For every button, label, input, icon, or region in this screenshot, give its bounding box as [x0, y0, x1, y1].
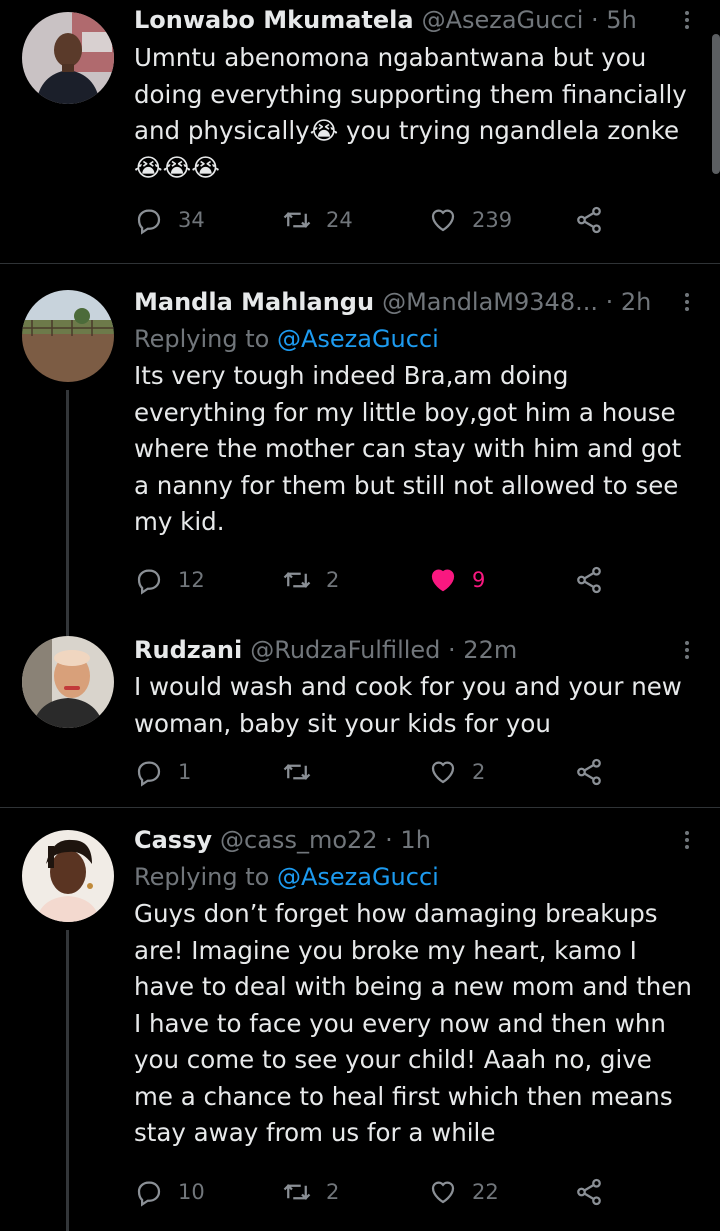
share-button[interactable]	[574, 1172, 618, 1212]
more-options-icon[interactable]	[680, 290, 694, 316]
avatar[interactable]	[22, 830, 114, 922]
like-button[interactable]: 239	[428, 200, 512, 240]
tweet-text: I would wash and cook for you and your n…	[134, 672, 682, 738]
more-options-icon[interactable]	[680, 638, 694, 664]
replying-to: Replying to @AsezaGucci	[134, 320, 700, 358]
reply-button[interactable]: 34	[134, 200, 205, 240]
tweet-text: Its very tough indeed Bra,am doing every…	[134, 361, 682, 536]
reply-count: 34	[178, 208, 205, 232]
author-handle: @AsezaGucci · 5h	[421, 6, 637, 34]
thread-line	[66, 624, 69, 636]
like-count: 9	[472, 568, 486, 592]
reply-count: 12	[178, 568, 205, 592]
share-button[interactable]	[574, 560, 618, 600]
replying-label: Replying to	[134, 863, 270, 891]
avatar[interactable]	[22, 290, 114, 382]
scrollbar[interactable]	[712, 34, 720, 174]
like-icon	[431, 569, 455, 592]
like-count: 239	[472, 208, 513, 232]
reply-icon	[137, 569, 161, 595]
tweet-text: Guys don’t forget how damaging breakups …	[134, 899, 692, 1147]
like-count: 2	[472, 760, 486, 784]
tweet-header: Cassy @cass_mo22 · 1h	[134, 822, 700, 858]
reply-button[interactable]: 10	[134, 1172, 205, 1212]
tweet-header: Mandla Mahlangu @MandlaM9348... · 2h	[134, 284, 700, 320]
reply-icon	[137, 761, 161, 787]
author-handle: @cass_mo22 · 1h	[220, 826, 431, 854]
share-icon	[577, 758, 601, 786]
more-options-icon[interactable]	[680, 8, 694, 34]
replying-to: Replying to @AsezaGucci	[134, 858, 700, 896]
retweet-count: 2	[326, 568, 340, 592]
reply-count: 10	[178, 1180, 205, 1204]
tweet-3[interactable]: Rudzani @RudzaFulfilled · 22m I would wa…	[0, 624, 720, 806]
author-name[interactable]: Cassy	[134, 826, 212, 854]
author-name[interactable]: Mandla Mahlangu	[134, 288, 374, 316]
replying-label: Replying to	[134, 325, 270, 353]
tweet-header: Lonwabo Mkumatela @AsezaGucci · 5h	[134, 2, 700, 38]
thread-line	[66, 930, 69, 1231]
author-handle: @RudzaFulfilled · 22m	[250, 636, 518, 664]
retweet-button[interactable]	[282, 752, 326, 792]
retweet-button[interactable]: 2	[282, 1172, 339, 1212]
more-options-icon[interactable]	[680, 828, 694, 854]
retweet-button[interactable]: 2	[282, 560, 339, 600]
reply-count: 1	[178, 760, 192, 784]
like-count: 22	[472, 1180, 499, 1204]
like-icon	[431, 1181, 455, 1204]
tweet-header: Rudzani @RudzaFulfilled · 22m	[134, 632, 700, 668]
tweet-2[interactable]: Mandla Mahlangu @MandlaM9348... · 2h Rep…	[0, 264, 720, 624]
reply-button[interactable]: 1	[134, 752, 191, 792]
like-button[interactable]: 9	[428, 560, 485, 600]
retweet-icon	[283, 572, 311, 588]
avatar[interactable]	[22, 12, 114, 104]
author-name[interactable]: Rudzani	[134, 636, 242, 664]
tweet-1[interactable]: Lonwabo Mkumatela @AsezaGucci · 5h Umntu…	[0, 0, 720, 262]
author-name[interactable]: Lonwabo Mkumatela	[134, 6, 414, 34]
retweet-button[interactable]: 24	[282, 200, 353, 240]
like-icon	[431, 761, 455, 784]
tweet-text: Umntu abenomona ngabantwana but you doin…	[134, 43, 687, 182]
thread-line	[66, 390, 69, 624]
avatar[interactable]	[22, 636, 114, 728]
retweet-icon	[283, 764, 311, 780]
like-button[interactable]: 2	[428, 752, 485, 792]
tweet-4[interactable]: Cassy @cass_mo22 · 1h Replying to @Aseza…	[0, 808, 720, 1231]
like-icon	[431, 209, 455, 232]
reply-icon	[137, 1181, 161, 1207]
author-handle: @MandlaM9348... · 2h	[382, 288, 652, 316]
share-icon	[577, 566, 601, 594]
retweet-count: 24	[326, 208, 353, 232]
retweet-icon	[283, 212, 311, 228]
reply-button[interactable]: 12	[134, 560, 205, 600]
retweet-count: 2	[326, 1180, 340, 1204]
share-button[interactable]	[574, 752, 618, 792]
share-icon	[577, 206, 601, 234]
reply-icon	[137, 209, 161, 235]
mention-link[interactable]: @AsezaGucci	[277, 325, 439, 353]
retweet-icon	[283, 1184, 311, 1200]
share-icon	[577, 1178, 601, 1206]
like-button[interactable]: 22	[428, 1172, 499, 1212]
share-button[interactable]	[574, 200, 618, 240]
mention-link[interactable]: @AsezaGucci	[277, 863, 439, 891]
